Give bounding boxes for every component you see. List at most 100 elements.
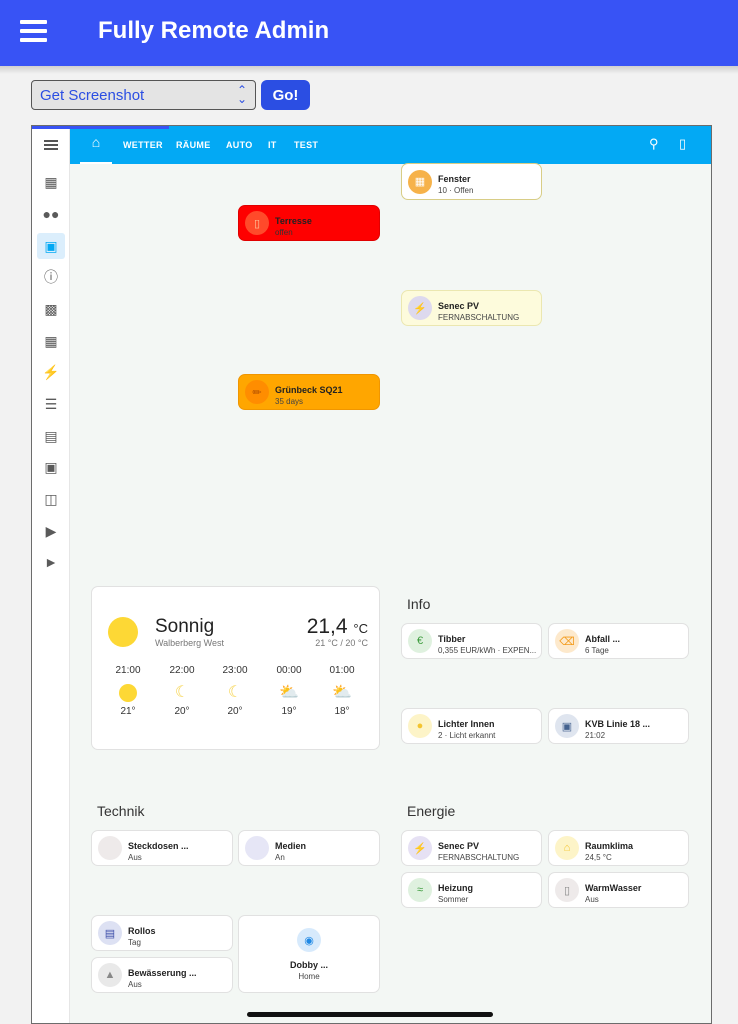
app-title: Fully Remote Admin xyxy=(98,17,330,44)
tile-kvb[interactable]: ▣ KVB Linie 18 ... 21:02 xyxy=(548,708,689,744)
solar-power-icon: ⚡ xyxy=(408,836,432,860)
forecast-temp: 21° xyxy=(120,706,136,717)
tile-rollos[interactable]: ▤ Rollos Tag xyxy=(91,915,233,951)
sun-icon xyxy=(108,617,138,647)
cloud-sun-icon: ⛅ xyxy=(279,684,299,701)
tab-wetter[interactable]: WETTER xyxy=(123,140,163,150)
account-box-icon[interactable]: ▩ xyxy=(37,296,65,322)
chart-icon[interactable]: ▤ xyxy=(37,423,65,449)
tile-state: 10 · Offen xyxy=(438,186,474,195)
weather-range: 21 °C / 20 °C xyxy=(315,638,368,648)
forecast-item: 00:00 ⛅ 19° xyxy=(272,665,306,717)
home-indicator[interactable] xyxy=(247,1012,493,1017)
bulb-icon: ● xyxy=(408,714,432,738)
alert-tile-fenster[interactable]: ▦ Fenster 10 · Offen xyxy=(401,163,542,200)
alert-tile-senec[interactable]: ⚡ Senec PV FERNABSCHALTUNG xyxy=(401,290,542,326)
sun-icon xyxy=(111,684,145,702)
menu-icon[interactable] xyxy=(20,20,47,42)
tab-auto[interactable]: AUTO xyxy=(226,140,253,150)
select-chevron-icon: ⌃ ⌄ xyxy=(236,83,247,106)
tile-abfall[interactable]: ⌫ Abfall ... 6 Tage xyxy=(548,623,689,659)
tile-bewaesserung[interactable]: ▲ Bewässerung ... Aus xyxy=(91,957,233,993)
tile-raumklima[interactable]: ⌂ Raumklima 24,5 °C xyxy=(548,830,689,866)
forecast-item: 21:00 21° xyxy=(111,665,145,717)
tile-name: Raumklima xyxy=(585,841,634,851)
forecast-time: 21:00 xyxy=(115,665,141,676)
tile-tibber[interactable]: € Tibber 0,355 EUR/kWh · EXPEN... xyxy=(401,623,542,659)
home-tab-icon[interactable]: ⌂ xyxy=(80,134,112,164)
tile-state: FERNABSCHALTUNG xyxy=(438,853,520,862)
weather-condition: Sonnig xyxy=(155,616,215,637)
alert-tile-terresse[interactable]: ▯ Terresse offen xyxy=(238,205,380,241)
socket-icon xyxy=(98,836,122,860)
tile-state: An xyxy=(275,853,285,862)
weather-card[interactable]: Sonnig Walberberg West 21,4 °C 21 °C / 2… xyxy=(91,586,380,750)
tile-state: 35 days xyxy=(275,397,304,406)
weather-temperature: 21,4 °C xyxy=(307,615,368,639)
section-title-info: Info xyxy=(407,596,431,612)
alert-tile-gruenbeck[interactable]: ✏ Grünbeck SQ21 35 days xyxy=(238,374,380,410)
tile-name: Heizung xyxy=(438,883,473,893)
forecast-item: 01:00 ⛅ 18° xyxy=(325,665,359,717)
tile-name: Dobby ... xyxy=(290,960,328,970)
tile-state: Aus xyxy=(128,980,142,989)
calendar-icon[interactable]: ▣ xyxy=(37,454,65,480)
list-icon[interactable]: ☰ xyxy=(37,391,65,417)
flash-icon[interactable]: ⚡ xyxy=(37,359,65,385)
ha-sidebar: ▦ ●● ▣ ⓘ ▩ ▦ ⚡ ☰ ▤ ▣ ◫ ▶ ► xyxy=(32,126,70,1023)
tile-state: Tag xyxy=(128,938,141,947)
search-icon[interactable]: ⚲ xyxy=(649,136,659,152)
tab-it[interactable]: IT xyxy=(268,140,277,150)
ha-toolbar: ⌂ WETTER RÄUME AUTO IT TEST ⚲ ▯ xyxy=(70,126,711,164)
forecast-time: 00:00 xyxy=(276,665,302,676)
tab-raeume[interactable]: RÄUME xyxy=(176,140,211,150)
forecast-temp: 20° xyxy=(227,706,243,717)
tile-state: Home xyxy=(298,972,320,981)
tile-name: Bewässerung ... xyxy=(128,968,197,978)
forecast-item: 23:00 ☾ 20° xyxy=(218,665,252,717)
home-thermometer-icon: ⌂ xyxy=(555,836,579,860)
forecast-item: 22:00 ☾ 20° xyxy=(165,665,199,717)
tile-senec-pv[interactable]: ⚡ Senec PV FERNABSCHALTUNG xyxy=(401,830,542,866)
meter-icon[interactable]: ◫ xyxy=(37,486,65,512)
tile-state: Aus xyxy=(585,895,599,904)
ha-menu-icon[interactable] xyxy=(32,126,70,164)
dashboard-icon[interactable]: ▦ xyxy=(37,169,65,195)
media-icon xyxy=(245,836,269,860)
tile-state: offen xyxy=(275,228,293,237)
tab-test[interactable]: TEST xyxy=(294,140,318,150)
forecast-time: 01:00 xyxy=(329,665,355,676)
go-button[interactable]: Go! xyxy=(261,80,310,110)
tile-medien[interactable]: Medien An xyxy=(238,830,380,866)
loading-progress xyxy=(32,126,169,129)
forecast-time: 23:00 xyxy=(222,665,248,676)
tile-steckdosen[interactable]: Steckdosen ... Aus xyxy=(91,830,233,866)
screenshot-frame: ▦ ●● ▣ ⓘ ▩ ▦ ⚡ ☰ ▤ ▣ ◫ ▶ ► ⌂ WETTER RÄUM… xyxy=(31,125,712,1024)
tile-state: 24,5 °C xyxy=(585,853,612,862)
info-icon[interactable]: ⓘ xyxy=(37,264,65,290)
tile-lichter[interactable]: ● Lichter Innen 2 · Licht erkannt xyxy=(401,708,542,744)
tile-name: Lichter Innen xyxy=(438,719,495,729)
header-shadow xyxy=(0,66,738,74)
display-icon[interactable]: ▣ xyxy=(37,233,65,259)
tile-state: 6 Tage xyxy=(585,646,609,655)
tile-dobby[interactable]: ◉ Dobby ... Home xyxy=(238,915,380,993)
robot-vacuum-icon: ◉ xyxy=(297,928,321,952)
solar-panel-icon[interactable]: ▦ xyxy=(37,328,65,354)
media-icon[interactable]: ▶ xyxy=(37,518,65,544)
tile-warmwasser[interactable]: ▯ WarmWasser Aus xyxy=(548,872,689,908)
action-select[interactable]: Get Screenshot ⌃ ⌄ xyxy=(31,80,256,110)
cloud-sun-icon: ⛅ xyxy=(332,684,352,701)
tile-name: Rollos xyxy=(128,926,156,936)
moon-icon: ☾ xyxy=(227,684,243,701)
app-header: Fully Remote Admin xyxy=(0,0,738,66)
assist-icon[interactable]: ▯ xyxy=(679,136,686,152)
tile-heizung[interactable]: ≈ Heizung Sommer xyxy=(401,872,542,908)
tile-name: KVB Linie 18 ... xyxy=(585,719,651,729)
tile-name: Senec PV xyxy=(438,841,480,851)
tile-state: 21:02 xyxy=(585,731,606,740)
people-icon[interactable]: ●● xyxy=(37,201,65,227)
play-icon[interactable]: ► xyxy=(37,549,65,575)
tile-state: FERNABSCHALTUNG xyxy=(438,313,520,322)
tile-name: Abfall ... xyxy=(585,634,621,644)
